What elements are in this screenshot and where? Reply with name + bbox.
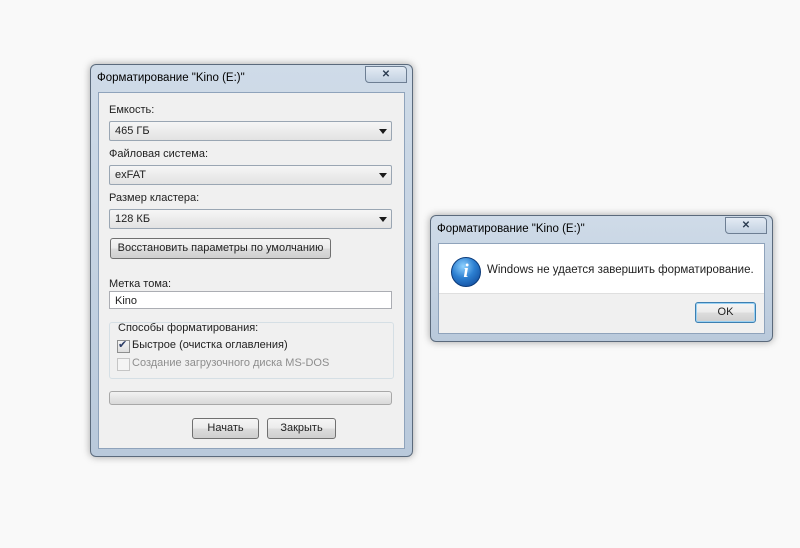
close-button[interactable]: Закрыть: [267, 418, 336, 439]
message-box-title: Форматирование "Kino (E:)": [437, 223, 585, 235]
message-box-titlebar[interactable]: Форматирование "Kino (E:)" ✕: [431, 216, 772, 242]
format-progress-bar: [109, 391, 392, 405]
restore-defaults-button[interactable]: Восстановить параметры по умолчанию: [110, 238, 331, 259]
volume-label-input[interactable]: Kino: [109, 291, 392, 309]
error-message-box: Форматирование "Kino (E:)" ✕ i Windows н…: [430, 215, 773, 342]
format-dialog-body: Емкость: 465 ГБ Файловая система: exFAT …: [98, 92, 405, 449]
filesystem-value: exFAT: [115, 169, 146, 181]
message-text: Windows не удается завершить форматирова…: [487, 264, 754, 276]
format-options-label: Способы форматирования:: [118, 322, 259, 334]
volume-label-label: Метка тома:: [109, 278, 172, 290]
format-dialog-close-button[interactable]: ✕: [365, 66, 407, 83]
cluster-size-select[interactable]: 128 КБ: [109, 209, 392, 229]
format-options-group: Способы форматирования: Быстрое (очистка…: [109, 322, 394, 379]
quick-format-label[interactable]: Быстрое (очистка оглавления): [132, 339, 288, 351]
cluster-size-value: 128 КБ: [115, 213, 151, 225]
cluster-size-label: Размер кластера:: [109, 192, 200, 204]
capacity-label: Емкость:: [109, 104, 155, 116]
capacity-select[interactable]: 465 ГБ: [109, 121, 392, 141]
quick-format-checkbox[interactable]: [117, 338, 130, 353]
msdos-boot-disk-checkbox: [117, 358, 130, 371]
msdos-boot-disk-label: Создание загрузочного диска MS-DOS: [132, 357, 330, 369]
info-icon: i: [451, 257, 481, 287]
format-dialog-titlebar[interactable]: Форматирование "Kino (E:)" ✕: [91, 65, 412, 91]
chevron-down-icon: [379, 173, 387, 178]
format-dialog-title: Форматирование "Kino (E:)": [97, 72, 245, 84]
chevron-down-icon: [379, 217, 387, 222]
message-button-bar: OK: [439, 293, 764, 333]
message-box-body: i Windows не удается завершить форматиро…: [438, 243, 765, 334]
format-dialog: Форматирование "Kino (E:)" ✕ Емкость: 46…: [90, 64, 413, 457]
capacity-value: 465 ГБ: [115, 125, 150, 137]
ok-button[interactable]: OK: [695, 302, 756, 323]
close-icon: ✕: [741, 219, 751, 231]
close-icon: ✕: [381, 68, 391, 80]
start-button[interactable]: Начать: [192, 418, 259, 439]
message-box-close-button[interactable]: ✕: [725, 217, 767, 234]
chevron-down-icon: [379, 129, 387, 134]
filesystem-label: Файловая система:: [109, 148, 209, 160]
filesystem-select[interactable]: exFAT: [109, 165, 392, 185]
message-area: i Windows не удается завершить форматиро…: [439, 244, 764, 294]
